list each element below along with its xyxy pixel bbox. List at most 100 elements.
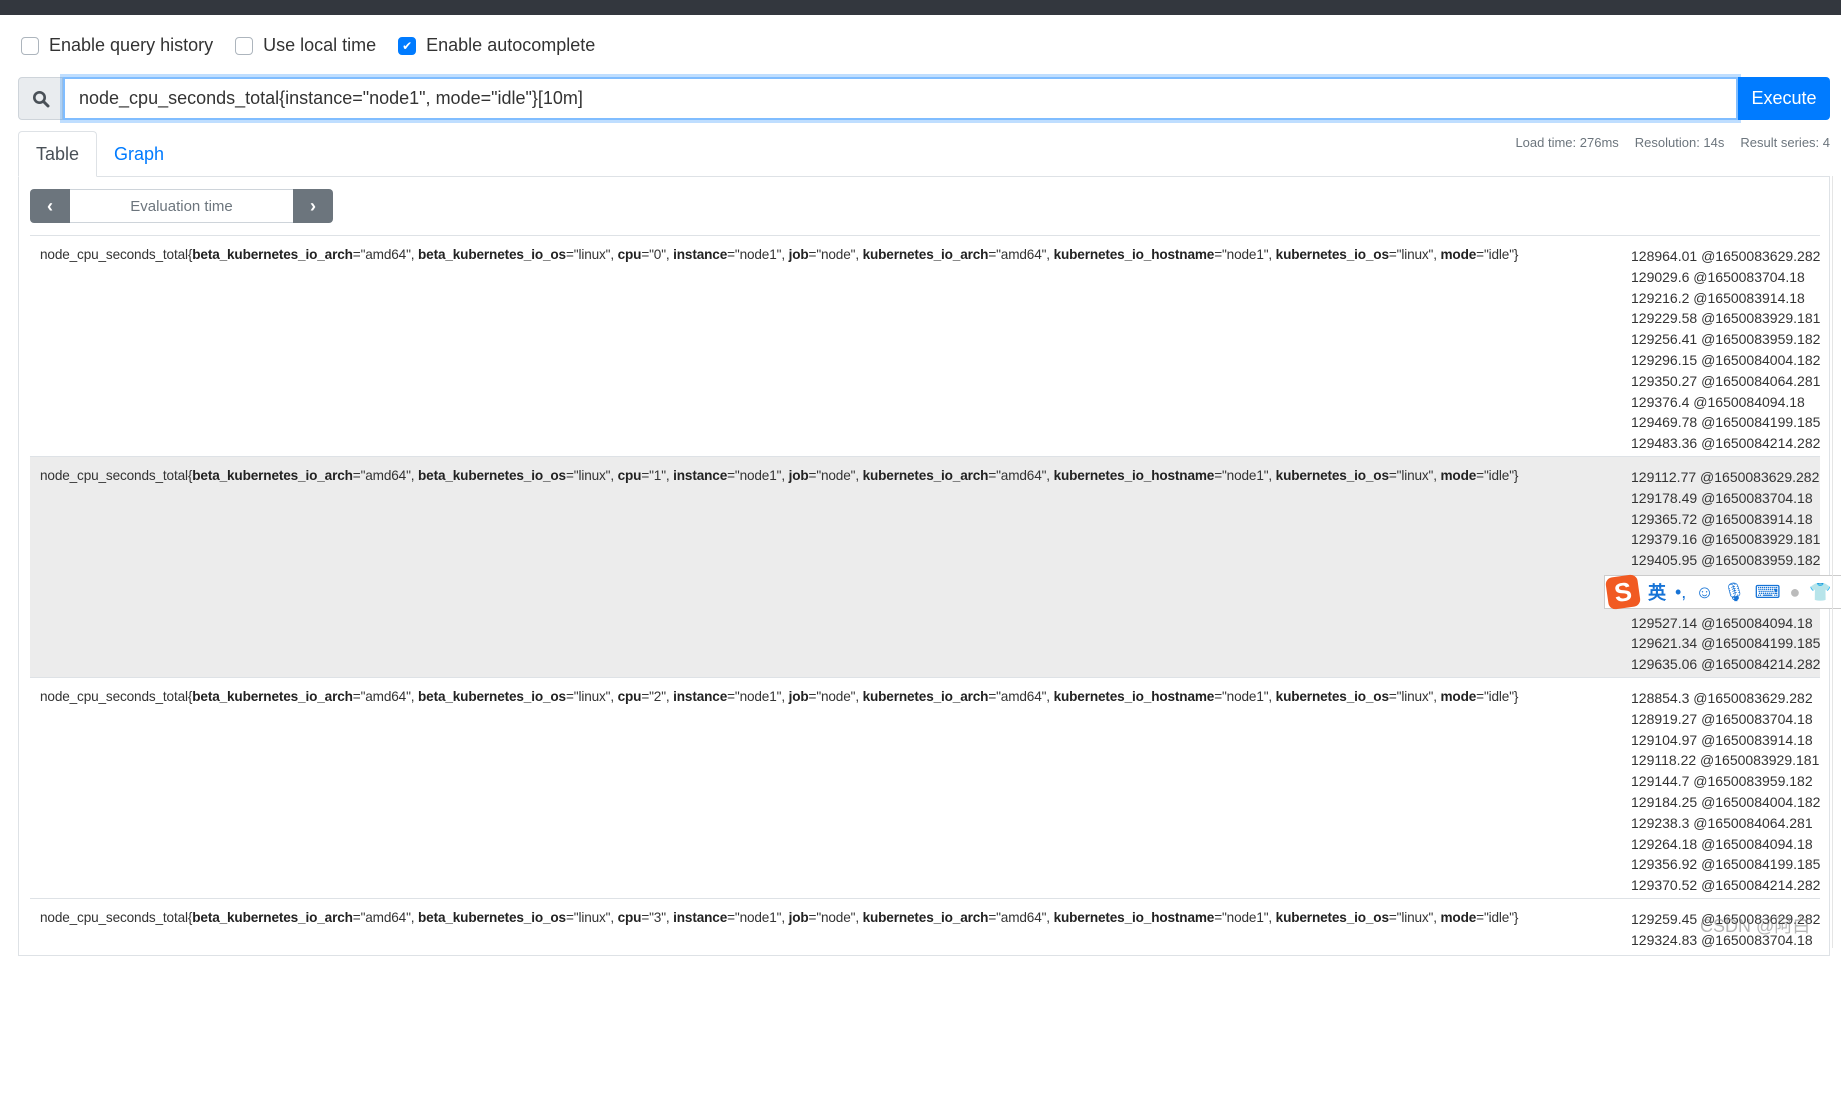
scrollbar[interactable] bbox=[1832, 176, 1833, 948]
enable-query-history-checkbox[interactable]: Enable query history bbox=[21, 35, 213, 56]
label-name: cpu bbox=[617, 247, 642, 262]
table-row: node_cpu_seconds_total{beta_kubernetes_i… bbox=[30, 898, 1820, 1119]
top-navbar bbox=[0, 0, 1841, 15]
label-value: "node1" bbox=[734, 247, 782, 262]
execute-button[interactable]: Execute bbox=[1738, 77, 1830, 120]
user-icon[interactable]: ● bbox=[1790, 582, 1801, 603]
label-name: kubernetes_io_hostname bbox=[1053, 910, 1215, 925]
label-name: beta_kubernetes_io_os bbox=[418, 910, 566, 925]
label-name: beta_kubernetes_io_arch bbox=[192, 468, 353, 483]
label-value: "idle" bbox=[1483, 689, 1514, 704]
chevron-right-icon[interactable]: › bbox=[293, 189, 333, 223]
label-value: "amd64" bbox=[360, 910, 411, 925]
sogou-logo-icon[interactable]: S bbox=[1604, 573, 1642, 611]
sample-values: 128854.3 @1650083629.282 128919.27 @16500… bbox=[1631, 688, 1820, 896]
sample-value: 129238.3 @1650084064.281 bbox=[1631, 814, 1813, 831]
sample-value: 129229.58 @1650083929.181 bbox=[1631, 310, 1821, 327]
checkbox-box[interactable] bbox=[21, 36, 39, 55]
label-name: job bbox=[788, 689, 809, 704]
label-value: "linux" bbox=[1396, 247, 1434, 262]
tab-graph[interactable]: Graph bbox=[97, 131, 181, 177]
label-name: job bbox=[788, 468, 809, 483]
label-name: beta_kubernetes_io_os bbox=[418, 689, 566, 704]
series-labels: node_cpu_seconds_total{beta_kubernetes_i… bbox=[40, 247, 1519, 262]
label-value: "node1" bbox=[734, 910, 782, 925]
label-name: cpu bbox=[617, 910, 642, 925]
enable-autocomplete-checkbox[interactable]: ✔ Enable autocomplete bbox=[398, 35, 595, 56]
tab-table[interactable]: Table bbox=[18, 131, 98, 177]
label-name: kubernetes_io_hostname bbox=[1053, 689, 1215, 704]
label-name: kubernetes_io_arch bbox=[862, 468, 989, 483]
label-value: "linux" bbox=[573, 468, 611, 483]
label-name: instance bbox=[673, 247, 728, 262]
label-value: "1" bbox=[649, 468, 666, 483]
option-label: Use local time bbox=[263, 35, 377, 55]
skin-shirt-icon[interactable]: 👕 bbox=[1809, 582, 1831, 603]
sample-value: 129370.52 @1650084214.282 bbox=[1631, 877, 1821, 894]
label-name: kubernetes_io_os bbox=[1275, 689, 1389, 704]
ime-toolbar[interactable]: S 英 •, ☺ 🎙 ⌨ ● 👕 bbox=[1604, 573, 1841, 611]
label-name: job bbox=[788, 910, 809, 925]
sample-value: 129296.15 @1650084004.182 bbox=[1631, 351, 1821, 368]
label-value: "linux" bbox=[573, 247, 611, 262]
label-value: "node" bbox=[816, 247, 856, 262]
results-table: node_cpu_seconds_total{beta_kubernetes_i… bbox=[30, 235, 1820, 1119]
label-name: kubernetes_io_os bbox=[1275, 247, 1389, 262]
sample-value: 129112.77 @1650083629.282 bbox=[1631, 469, 1820, 485]
label-name: kubernetes_io_hostname bbox=[1053, 247, 1215, 262]
sample-values: 128964.01 @1650083629.282 129029.6 @16500… bbox=[1631, 246, 1820, 454]
series-labels: node_cpu_seconds_total{beta_kubernetes_i… bbox=[40, 468, 1519, 483]
sample-value: 129184.25 @1650084004.182 bbox=[1631, 793, 1821, 810]
use-local-time-checkbox[interactable]: Use local time bbox=[235, 35, 376, 56]
label-name: mode bbox=[1440, 910, 1477, 925]
label-value: "node1" bbox=[734, 468, 782, 483]
label-value: "linux" bbox=[573, 910, 611, 925]
checkbox-box[interactable] bbox=[235, 36, 254, 55]
sample-value: 129118.22 @1650083929.181 bbox=[1631, 752, 1820, 769]
label-name: beta_kubernetes_io_arch bbox=[192, 910, 353, 925]
table-row: node_cpu_seconds_total{beta_kubernetes_i… bbox=[30, 235, 1820, 456]
option-label: Enable query history bbox=[49, 35, 214, 55]
check-icon[interactable]: ✔ bbox=[398, 36, 417, 55]
watermark: CSDN @阿白 bbox=[1700, 916, 1811, 936]
evaluation-time-picker: ‹ Evaluation time › bbox=[30, 189, 333, 223]
sample-value: 129264.18 @1650084094.18 bbox=[1631, 835, 1813, 852]
option-label: Enable autocomplete bbox=[426, 35, 596, 55]
emoji-icon[interactable]: ☺ bbox=[1695, 582, 1713, 603]
sample-value: 129216.2 @1650083914.18 bbox=[1631, 289, 1805, 306]
label-value: "node1" bbox=[1222, 910, 1269, 925]
metric-name: node_cpu_seconds_total bbox=[40, 689, 188, 704]
evaluation-time-input[interactable]: Evaluation time bbox=[70, 189, 293, 223]
sample-value: 129104.97 @1650083914.18 bbox=[1631, 731, 1813, 748]
sample-value: 129029.6 @1650083704.18 bbox=[1631, 268, 1805, 285]
metric-name: node_cpu_seconds_total bbox=[40, 247, 188, 262]
label-name: job bbox=[788, 247, 809, 262]
label-value: "node" bbox=[816, 468, 856, 483]
label-name: instance bbox=[673, 468, 728, 483]
sample-value: 129621.34 @1650084199.185 bbox=[1631, 635, 1821, 652]
punctuation-toggle[interactable]: •, bbox=[1675, 582, 1686, 603]
query-input[interactable]: node_cpu_seconds_total{instance="node1",… bbox=[63, 77, 1738, 120]
label-name: beta_kubernetes_io_arch bbox=[192, 247, 353, 262]
label-value: "amd64" bbox=[996, 468, 1047, 483]
label-name: kubernetes_io_arch bbox=[862, 910, 989, 925]
result-tabs: Table Graph bbox=[18, 131, 181, 177]
label-value: "node1" bbox=[1222, 468, 1269, 483]
label-value: "2" bbox=[649, 689, 666, 704]
sample-values: 129112.77 @1650083629.282 129178.49 @1650… bbox=[1631, 467, 1820, 675]
load-time: Load time: 276ms bbox=[1515, 135, 1619, 150]
sample-value: 129469.78 @1650084199.185 bbox=[1631, 414, 1821, 431]
label-name: mode bbox=[1440, 689, 1477, 704]
label-name: kubernetes_io_os bbox=[1275, 468, 1389, 483]
sample-value: 129376.4 @1650084094.18 bbox=[1631, 393, 1805, 410]
chevron-left-icon[interactable]: ‹ bbox=[30, 189, 70, 223]
microphone-icon[interactable]: 🎙 bbox=[1723, 582, 1746, 603]
label-value: "linux" bbox=[573, 689, 611, 704]
sample-value: 129144.7 @1650083959.182 bbox=[1631, 773, 1813, 790]
label-name: kubernetes_io_arch bbox=[862, 247, 989, 262]
series-labels: node_cpu_seconds_total{beta_kubernetes_i… bbox=[40, 910, 1519, 925]
label-name: beta_kubernetes_io_arch bbox=[192, 689, 353, 704]
keyboard-icon[interactable]: ⌨ bbox=[1755, 582, 1781, 603]
language-toggle[interactable]: 英 bbox=[1648, 579, 1666, 605]
label-value: "amd64" bbox=[360, 468, 411, 483]
